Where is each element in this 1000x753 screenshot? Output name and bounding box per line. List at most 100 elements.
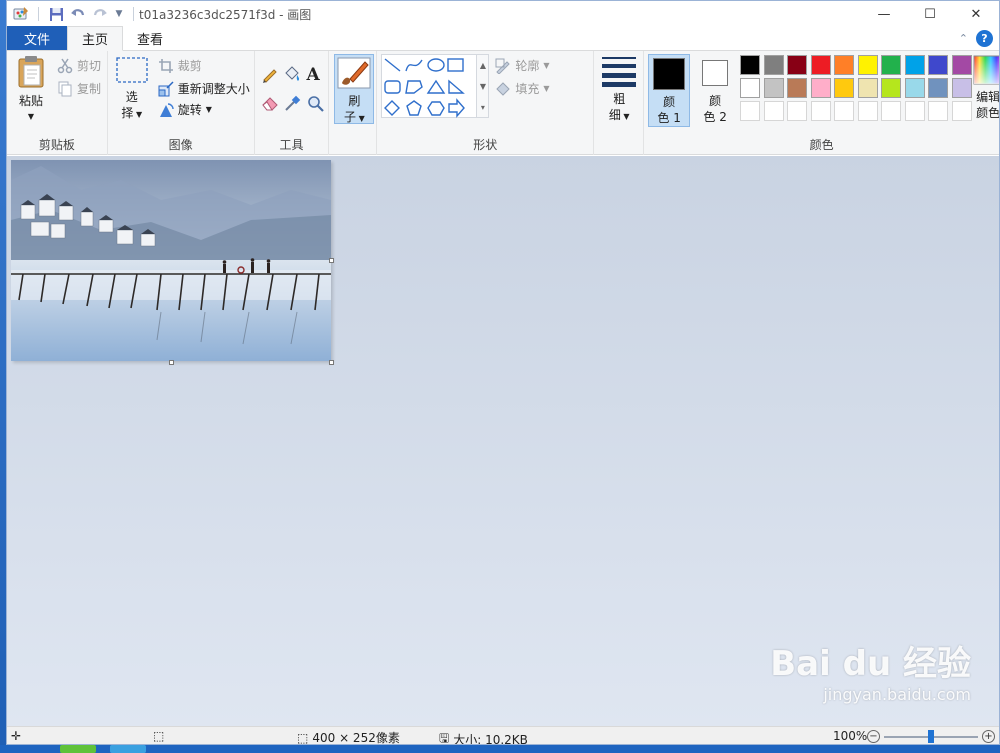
resize-handle-right[interactable] — [329, 258, 334, 263]
palette-swatch[interactable] — [834, 78, 855, 98]
crop-button[interactable]: 裁剪 — [158, 57, 202, 74]
palette-swatch[interactable] — [904, 55, 925, 75]
color2-button[interactable]: 颜 色 2 — [694, 54, 736, 127]
save-icon[interactable] — [46, 4, 66, 24]
palette-swatch[interactable] — [928, 78, 949, 98]
color-picker-icon[interactable] — [283, 95, 301, 113]
palette-swatch[interactable] — [951, 78, 972, 98]
fill-button[interactable]: 填充 ▼ — [495, 80, 550, 97]
tab-home[interactable]: 主页 — [67, 26, 124, 51]
color-palette — [740, 55, 976, 125]
file-size: 🖫 大小: 10.2KB — [439, 729, 528, 745]
color-spectrum-icon — [973, 55, 999, 85]
watermark-line2: jingyan.baidu.com — [823, 685, 971, 704]
rotate-icon — [158, 102, 174, 118]
maximize-button[interactable]: ☐ — [907, 1, 953, 27]
crop-label: 裁剪 — [177, 59, 202, 73]
eraser-icon[interactable] — [261, 95, 279, 111]
palette-swatch[interactable] — [787, 78, 808, 98]
shapes-group-label: 形状 — [473, 138, 498, 152]
palette-swatch[interactable] — [740, 78, 761, 98]
brushes-group: 刷 子 ▼ — [329, 51, 378, 155]
undo-icon[interactable] — [68, 4, 88, 24]
outline-button[interactable]: 轮廓 ▼ — [495, 57, 550, 74]
custom-color-slot[interactable] — [834, 101, 855, 121]
zoom-slider-thumb[interactable] — [928, 730, 934, 743]
chevron-down-icon: ▼ — [27, 112, 35, 121]
paste-button[interactable]: 粘贴 ▼ — [13, 55, 49, 125]
brushes-label-2: 子 — [344, 110, 357, 124]
paint-app-icon[interactable] — [11, 4, 31, 24]
taskbar-tile[interactable] — [110, 745, 146, 753]
taskbar-tile[interactable] — [60, 745, 96, 753]
palette-swatch[interactable] — [951, 55, 972, 75]
window-title: t01a3236c3dc2571f3d - 画图 — [139, 7, 312, 22]
disk-icon: 🖫 — [439, 731, 450, 745]
custom-color-slot[interactable] — [904, 101, 925, 121]
custom-color-slot[interactable] — [763, 101, 784, 121]
palette-swatch[interactable] — [740, 55, 761, 75]
zoom-in-button[interactable]: + — [982, 730, 995, 743]
palette-swatch[interactable] — [904, 78, 925, 98]
shapes-gallery-icons[interactable] — [382, 55, 478, 119]
tab-view[interactable]: 查看 — [123, 26, 177, 50]
palette-swatch[interactable] — [810, 78, 831, 98]
custom-color-slot[interactable] — [810, 101, 831, 121]
palette-swatch[interactable] — [857, 78, 878, 98]
custom-color-slot[interactable] — [881, 101, 902, 121]
custom-color-slot[interactable] — [928, 101, 949, 121]
custom-color-slot[interactable] — [951, 101, 972, 121]
resize-handle-bottom[interactable] — [169, 360, 174, 365]
collapse-ribbon-icon[interactable]: ⌃ — [959, 32, 968, 45]
magnifier-icon[interactable] — [307, 95, 325, 113]
custom-color-slot[interactable] — [740, 101, 761, 121]
resize-handle-corner[interactable] — [329, 360, 334, 365]
size-group: 粗 细 ▼ — [594, 51, 645, 155]
palette-swatch[interactable] — [881, 78, 902, 98]
palette-swatch[interactable] — [857, 55, 878, 75]
tab-file[interactable]: 文件 — [7, 26, 67, 50]
size-button[interactable]: 粗 细 ▼ — [600, 55, 638, 125]
select-button[interactable]: 选 择 ▼ — [114, 55, 150, 123]
canvas-area[interactable]: Bai du 经验 jingyan.baidu.com — [7, 156, 999, 726]
help-icon[interactable]: ? — [976, 30, 993, 47]
edit-colors-button[interactable]: 编辑 颜色 — [970, 55, 999, 121]
selection-size-icon: ⬚ — [153, 729, 165, 743]
palette-swatch[interactable] — [881, 55, 902, 75]
close-button[interactable]: ✕ — [953, 1, 999, 27]
image-group: 选 择 ▼ 裁剪 重新调整大小 旋转 ▼ 图像 — [108, 51, 255, 155]
resize-button[interactable]: 重新调整大小 — [158, 80, 250, 97]
image-size-icon: ⬚ — [297, 730, 309, 745]
custom-color-slot[interactable] — [787, 101, 808, 121]
palette-swatch[interactable] — [834, 55, 855, 75]
pencil-icon[interactable] — [261, 65, 279, 83]
copy-button[interactable]: 复制 — [57, 80, 101, 97]
zoom-out-button[interactable]: − — [867, 730, 880, 743]
customize-dropdown-icon[interactable]: ▼ — [112, 4, 126, 24]
color1-label-2: 色 1 — [657, 111, 681, 125]
chevron-down-icon: ▼ — [205, 105, 212, 114]
rotate-button[interactable]: 旋转 ▼ — [158, 101, 212, 118]
copy-label: 复制 — [77, 82, 102, 96]
text-tool-icon[interactable]: A — [307, 65, 320, 85]
rotate-label: 旋转 — [177, 103, 202, 117]
canvas-image[interactable] — [11, 160, 331, 361]
palette-swatch[interactable] — [763, 78, 784, 98]
color1-button[interactable]: 颜 色 1 — [648, 54, 691, 127]
palette-swatch[interactable] — [763, 55, 784, 75]
minimize-button[interactable]: — — [861, 1, 907, 27]
brushes-button[interactable]: 刷 子 ▼ — [334, 54, 375, 124]
crop-icon — [158, 58, 174, 74]
clipboard-icon — [15, 55, 47, 89]
palette-swatch[interactable] — [810, 55, 831, 75]
redo-icon[interactable] — [90, 4, 110, 24]
cut-button[interactable]: 剪切 — [57, 57, 101, 74]
shapes-scroll[interactable]: ▲ ▼ ▾ — [477, 54, 490, 118]
palette-swatch[interactable] — [787, 55, 808, 75]
fill-label: 填充 — [515, 82, 540, 96]
outline-label: 轮廓 — [515, 59, 540, 73]
custom-color-slot[interactable] — [857, 101, 878, 121]
fill-bucket-icon[interactable] — [283, 65, 301, 83]
palette-swatch[interactable] — [928, 55, 949, 75]
fill-icon — [495, 81, 511, 97]
